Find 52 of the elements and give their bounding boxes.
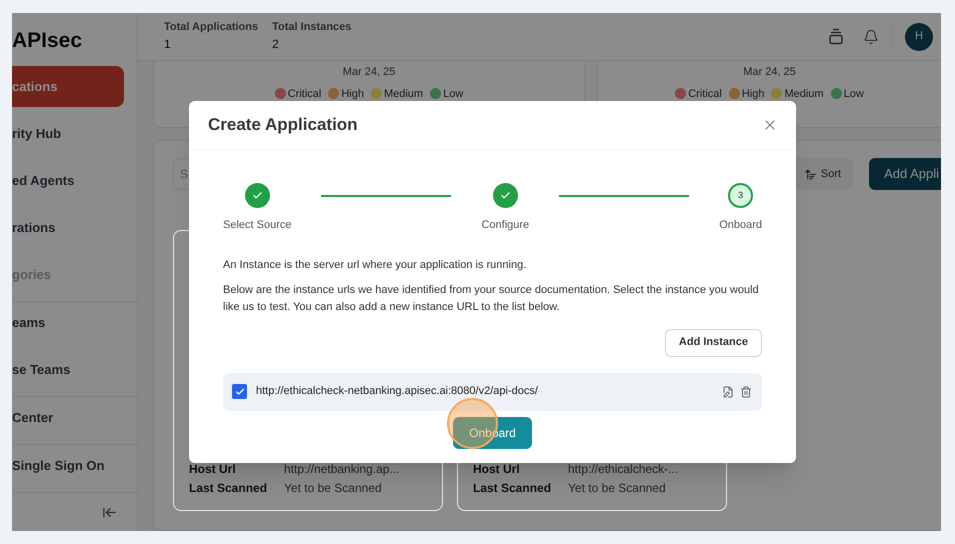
dialog-title: Create Application: [208, 114, 358, 136]
field-label: Host Url: [189, 461, 237, 478]
check-icon: [234, 386, 244, 396]
instance-url: http://ethicalcheck-netbanking.apisec.ai:8080/v2/api-docs/: [256, 384, 538, 400]
field-value: http://netbanking.ap...: [284, 461, 400, 478]
logo-text: APIsec: [12, 30, 82, 52]
legend-label: Critical: [288, 88, 322, 100]
legend-label: Medium: [784, 88, 824, 100]
field-label: Last Scanned: [473, 480, 552, 497]
legend-label: Medium: [384, 88, 424, 100]
field-value: Yet to be Scanned: [568, 480, 666, 497]
sidebar-item[interactable]: Single Sign On: [12, 445, 124, 486]
field-label: Host Url: [473, 461, 521, 478]
chart-date: Mar 24, 25: [742, 65, 797, 80]
sidebar-item[interactable]: se Teams: [12, 349, 124, 390]
legend-label: Low: [443, 88, 464, 100]
check-icon: [500, 190, 511, 201]
instance-row[interactable]: http://ethicalcheck-netbanking.apisec.ai:8080/v2/api-docs/: [223, 372, 762, 410]
stat-label: Total Applications: [164, 20, 258, 34]
stat-label: Total Instances: [272, 20, 352, 34]
edit-icon[interactable]: [722, 386, 734, 398]
add-instance-button[interactable]: Add Instance: [664, 328, 762, 356]
step-label: Select Source: [223, 218, 292, 233]
legend-label: High: [341, 88, 364, 100]
bell-icon[interactable]: [863, 28, 879, 44]
instance-checkbox[interactable]: [232, 384, 247, 399]
check-icon: [252, 190, 263, 201]
chart-date: Mar 24, 25: [342, 65, 396, 80]
legend-label: Critical: [688, 88, 722, 100]
field-value: Yet to be Scanned: [284, 480, 382, 497]
avatar[interactable]: H: [905, 22, 933, 50]
sidebar-item[interactable]: cations: [12, 66, 124, 108]
sidebar-item[interactable]: ed Agents: [12, 160, 124, 202]
field-value: http://ethicalcheck-...: [568, 461, 678, 478]
field-label: Last Scanned: [189, 480, 268, 497]
sidebar-item[interactable]: eams: [12, 302, 124, 344]
stat-value: 1: [164, 37, 172, 52]
sort-icon: [804, 168, 817, 180]
step-label: Configure: [481, 218, 530, 233]
dialog-text: Below are the instance urls we have identified from your source documentation. Select the instance you would like us to test. You can also add a new instance URL to the list below.: [223, 282, 760, 314]
sidebar-item[interactable]: rations: [12, 207, 124, 248]
step-label: Onboard: [719, 218, 762, 233]
sidebar-item[interactable]: rity Hub: [12, 113, 124, 154]
legend-label: High: [742, 88, 764, 100]
collapse-icon[interactable]: [102, 504, 117, 520]
legend-label: Low: [844, 88, 864, 100]
dialog-text: An Instance is the server url where your application is running.: [223, 258, 528, 272]
stat-value: 2: [272, 37, 280, 52]
sidebar-item[interactable]: Center: [12, 397, 124, 438]
stack-icon[interactable]: [829, 28, 843, 45]
delete-icon[interactable]: [740, 386, 752, 398]
add-application-button[interactable]: Add Appli: [869, 158, 941, 190]
